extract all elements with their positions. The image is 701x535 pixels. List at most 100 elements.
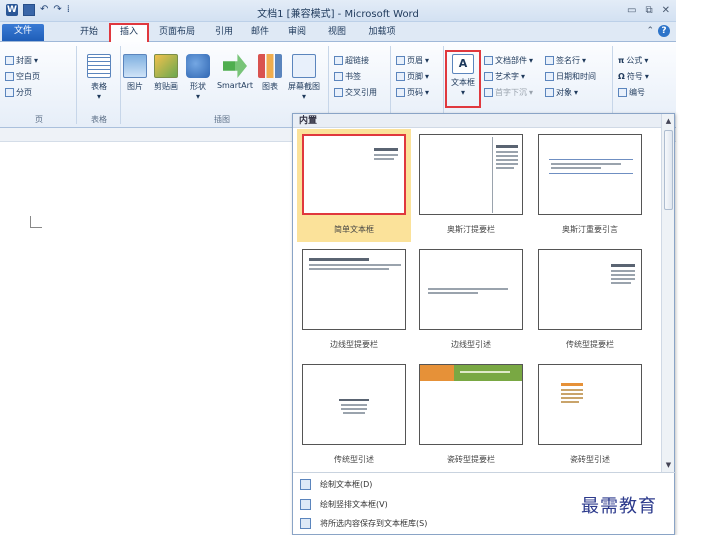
gallery-tile-austin-quote[interactable]: 奥斯汀重要引言 xyxy=(533,129,647,242)
page-break-button[interactable]: 分页 xyxy=(5,86,32,99)
bookmark-icon xyxy=(334,72,343,81)
ribbon-collapse-icon[interactable]: ⌃ xyxy=(646,26,654,36)
tab-addins[interactable]: 加载项 xyxy=(362,25,402,42)
title-bar: W ↶ ↷ ⁞ 文档1 [兼容模式] - Microsoft Word ▭ ⧉ … xyxy=(0,0,676,22)
chevron-down-icon: ▾ xyxy=(521,72,526,81)
wordart-button[interactable]: 艺术字 ▾ xyxy=(484,70,525,83)
footer-icon xyxy=(396,72,405,81)
tile-label: 瓷砖型提要栏 xyxy=(447,455,495,464)
date-time-icon xyxy=(545,72,554,81)
chevron-down-icon: ▾ xyxy=(425,56,430,65)
tab-home[interactable]: 开始 xyxy=(74,25,104,42)
tab-mailings[interactable]: 邮件 xyxy=(245,25,275,42)
symbol-label: 符号 xyxy=(626,72,643,81)
draw-textbox-label: 绘制文本框(D) xyxy=(320,480,373,489)
tile-label: 传统型提要栏 xyxy=(566,340,614,349)
clipart-icon xyxy=(154,54,178,78)
gallery-scrollbar[interactable]: ▲ ▼ xyxy=(661,114,674,472)
header-button[interactable]: 页眉 ▾ xyxy=(396,54,429,67)
table-icon xyxy=(87,54,111,78)
scroll-up-icon[interactable]: ▲ xyxy=(663,115,674,127)
shapes-icon xyxy=(186,54,210,78)
tab-review[interactable]: 审阅 xyxy=(282,25,312,42)
scroll-thumb[interactable] xyxy=(664,130,673,210)
draw-textbox-menu-item[interactable]: 绘制文本框(D) xyxy=(296,476,661,493)
tile-label: 边线型提要栏 xyxy=(330,340,378,349)
picture-icon xyxy=(123,54,147,78)
date-time-button[interactable]: 日期和时间 xyxy=(545,70,596,83)
blank-page-button[interactable]: 空白页 xyxy=(5,70,40,83)
number-button[interactable]: 编号 xyxy=(618,86,645,99)
chart-button[interactable]: 图表 xyxy=(258,54,282,92)
screenshot-label: 屏幕截图 xyxy=(288,82,320,91)
help-icon[interactable]: ? xyxy=(658,25,670,37)
bookmark-label: 书签 xyxy=(345,72,361,81)
quick-parts-button[interactable]: 文档部件 ▾ xyxy=(484,54,533,67)
group-separator xyxy=(76,46,77,124)
scroll-down-icon[interactable]: ▼ xyxy=(663,459,674,471)
tab-references[interactable]: 引用 xyxy=(209,25,239,42)
page-number-button[interactable]: 页码 ▾ xyxy=(396,86,429,99)
screenshot-button[interactable]: 屏幕截图 ▾ xyxy=(284,54,324,101)
clipart-label: 剪贴画 xyxy=(154,82,178,91)
cover-page-button[interactable]: 封面 ▾ xyxy=(5,54,38,67)
tab-insert[interactable]: 插入 xyxy=(109,23,149,43)
gallery-tile-classic-quote[interactable]: 传统型引述 xyxy=(297,359,411,472)
textbox-highlight-box xyxy=(445,50,481,108)
equation-button[interactable]: π 公式 ▾ xyxy=(618,54,648,67)
tile-thumbnail xyxy=(302,249,406,330)
gallery-tile-austin-sidebar[interactable]: 奥斯汀提要栏 xyxy=(414,129,528,242)
table-label: 表格 xyxy=(91,82,107,91)
restore-icon[interactable]: ⧉ xyxy=(645,5,652,16)
cross-reference-label: 交叉引用 xyxy=(345,88,377,97)
cross-reference-button[interactable]: 交叉引用 xyxy=(334,86,377,99)
signature-line-label: 签名行 xyxy=(556,56,580,65)
symbol-button[interactable]: Ω 符号 ▾ xyxy=(618,70,649,83)
window-title: 文档1 [兼容模式] - Microsoft Word xyxy=(257,9,419,20)
draw-textbox-icon xyxy=(300,479,311,490)
gallery-tile-simple[interactable]: 简单文本框 xyxy=(297,129,411,242)
footer-button[interactable]: 页脚 ▾ xyxy=(396,70,429,83)
number-icon xyxy=(618,88,627,97)
textbox-gallery: 内置 简单文本框 奥斯汀提要栏 奥斯汀重要引言 边线型提要栏 边线型引述 传统型… xyxy=(292,113,676,535)
gallery-tile-classic-sidebar[interactable]: 传统型提要栏 xyxy=(533,244,647,357)
chevron-down-icon: ▾ xyxy=(644,72,649,81)
gallery-tile-border-quote[interactable]: 边线型引述 xyxy=(414,244,528,357)
tab-file[interactable]: 文件 xyxy=(2,24,44,41)
object-icon xyxy=(545,88,554,97)
close-icon[interactable]: ✕ xyxy=(662,5,670,16)
table-button[interactable]: 表格 ▾ xyxy=(82,54,116,101)
gallery-header: 内置 xyxy=(293,114,661,128)
gallery-tile-tile-quote[interactable]: 瓷砖型引述 xyxy=(533,359,647,472)
picture-button[interactable]: 图片 xyxy=(123,54,147,92)
drop-cap-button[interactable]: 首字下沉 ▾ xyxy=(484,86,533,99)
watermark-text: 最需教育 xyxy=(581,496,657,517)
tab-page-layout[interactable]: 页面布局 xyxy=(153,25,201,42)
bookmark-button[interactable]: 书签 xyxy=(334,70,361,83)
gallery-tile-tile-sidebar[interactable]: 瓷砖型提要栏 xyxy=(414,359,528,472)
tile-thumbnail xyxy=(538,134,642,215)
page-break-label: 分页 xyxy=(16,88,32,97)
omega-icon: Ω xyxy=(618,72,625,81)
clipart-button[interactable]: 剪贴画 xyxy=(149,54,183,92)
gallery-tile-border-sidebar[interactable]: 边线型提要栏 xyxy=(297,244,411,357)
smartart-button[interactable]: SmartArt xyxy=(214,54,256,90)
draw-vertical-textbox-label: 绘制竖排文本框(V) xyxy=(320,500,388,509)
minimize-icon[interactable]: ▭ xyxy=(627,5,636,16)
blank-page-icon xyxy=(5,72,14,81)
object-button[interactable]: 对象 ▾ xyxy=(545,86,578,99)
shapes-button[interactable]: 形状 ▾ xyxy=(185,54,211,101)
tile-label: 传统型引述 xyxy=(334,455,374,464)
header-icon xyxy=(396,56,405,65)
signature-line-button[interactable]: 签名行 ▾ xyxy=(545,54,586,67)
ribbon-tab-bar: 文件 开始 插入 页面布局 引用 邮件 审阅 视图 加载项 ⌃ ? xyxy=(0,22,676,43)
tab-view[interactable]: 视图 xyxy=(322,25,352,42)
group-separator xyxy=(120,46,121,124)
save-selection-label: 将所选内容保存到文本框库(S) xyxy=(320,519,428,528)
hyperlink-button[interactable]: 超链接 xyxy=(334,54,369,67)
chevron-down-icon: ▾ xyxy=(644,56,649,65)
page-break-icon xyxy=(5,88,14,97)
tile-thumbnail xyxy=(538,249,642,330)
smartart-icon xyxy=(223,54,247,78)
drop-cap-label: 首字下沉 xyxy=(495,88,527,97)
